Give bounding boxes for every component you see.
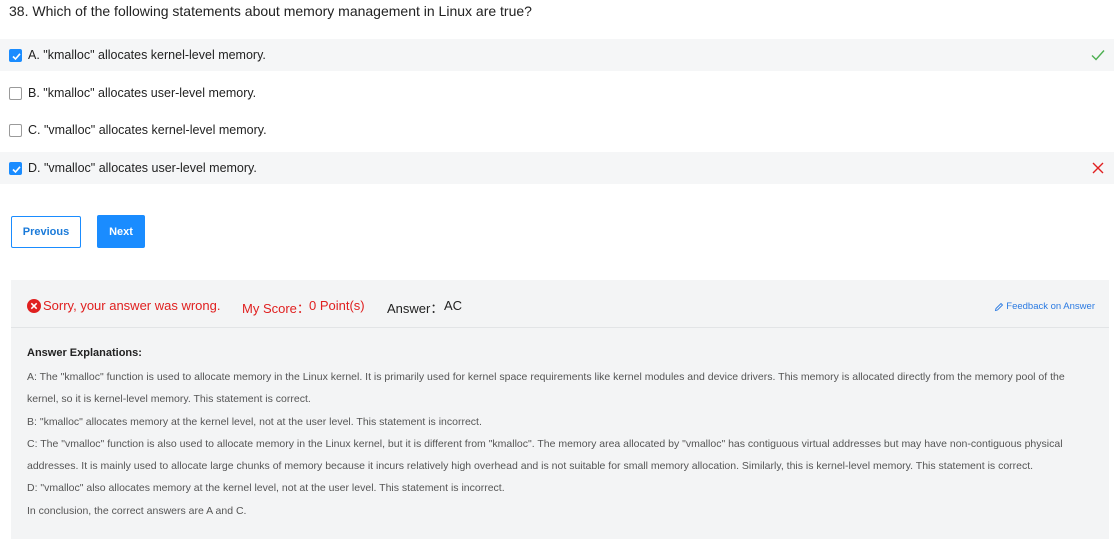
checkbox-unchecked-icon[interactable]	[9, 86, 22, 100]
option-d[interactable]: D. "vmalloc" allocates user-level memory…	[0, 152, 1114, 184]
option-b[interactable]: B. "kmalloc" allocates user-level memory…	[0, 77, 1114, 109]
explanation-paragraph: B: "kmalloc" allocates memory at the ker…	[27, 415, 482, 428]
score-value: 0 Point(s)	[309, 298, 365, 313]
option-b-label: B. "kmalloc" allocates user-level memory…	[28, 86, 257, 100]
checkbox-checked-icon[interactable]	[9, 161, 22, 175]
option-a-label: A. "kmalloc" allocates kernel-level memo…	[28, 48, 266, 62]
wrong-answer-message: Sorry, your answer was wrong.	[43, 298, 221, 313]
explanation-body: A: The "kmalloc" function is used to all…	[27, 366, 1097, 522]
feedback-link[interactable]: Feedback on Answer	[994, 301, 1095, 312]
explanation-paragraph: C: The "vmalloc" function is also used t…	[27, 437, 1063, 473]
wrong-circle-icon	[27, 299, 41, 313]
wrong-x-icon	[1092, 162, 1104, 174]
previous-button[interactable]: Previous	[11, 216, 81, 248]
explanation-paragraph: In conclusion, the correct answers are A…	[27, 504, 247, 517]
option-a[interactable]: A. "kmalloc" allocates kernel-level memo…	[0, 39, 1114, 71]
explanation-title: Answer Explanations:	[27, 347, 142, 359]
result-header: Sorry, your answer was wrong. My Score： …	[11, 280, 1109, 328]
explanation-paragraph: A: The "kmalloc" function is used to all…	[27, 371, 1065, 406]
explanation-paragraph: D: "vmalloc" also allocates memory at th…	[27, 482, 505, 495]
question-title: 38. Which of the following statements ab…	[9, 3, 532, 19]
option-c[interactable]: C. "vmalloc" allocates kernel-level memo…	[0, 114, 1114, 146]
option-d-label: D. "vmalloc" allocates user-level memory…	[28, 161, 257, 175]
feedback-pencil-icon	[995, 302, 1004, 311]
option-c-label: C. "vmalloc" allocates kernel-level memo…	[28, 123, 267, 137]
answer-value: AC	[444, 298, 463, 313]
correct-check-icon	[1091, 50, 1105, 61]
result-panel: Sorry, your answer was wrong. My Score： …	[11, 280, 1109, 539]
score-label: My Score：	[242, 301, 310, 316]
answer-label: Answer：	[387, 301, 444, 316]
checkbox-checked-icon[interactable]	[9, 48, 22, 62]
checkbox-unchecked-icon[interactable]	[9, 123, 22, 137]
next-button[interactable]: Next	[97, 215, 145, 248]
feedback-label: Feedback on Answer	[1006, 301, 1095, 312]
